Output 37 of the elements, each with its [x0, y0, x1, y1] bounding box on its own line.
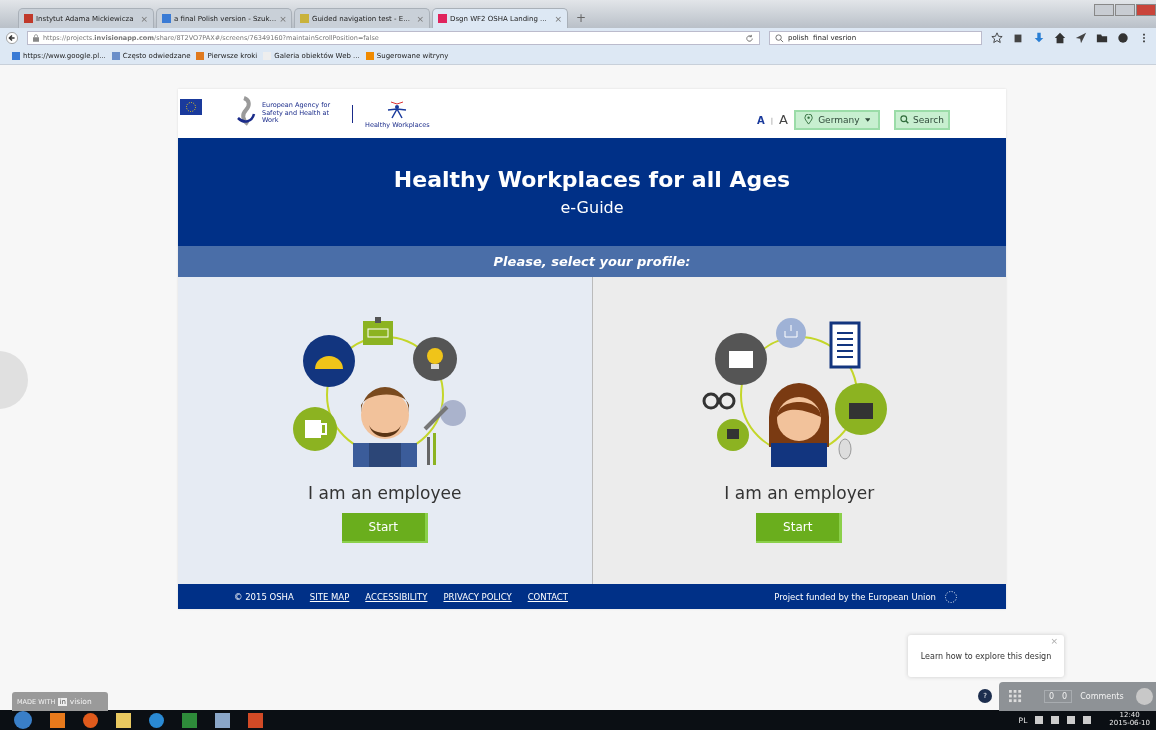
footer-link[interactable]: SITE MAP [309, 591, 350, 602]
site-icon [438, 14, 447, 23]
footer-link[interactable]: PRIVACY POLICY [443, 591, 512, 602]
search-button[interactable]: Search [894, 109, 950, 130]
profile-label: I am an employer [724, 483, 875, 503]
large-font-button[interactable]: A [779, 112, 788, 127]
comment-count: 0 [1048, 691, 1056, 702]
footer-link[interactable]: CONTACT [527, 591, 568, 602]
country-dropdown[interactable]: Germany [794, 109, 880, 130]
lock-icon [33, 34, 39, 42]
caret-icon [864, 117, 870, 122]
send-icon[interactable] [1075, 32, 1087, 44]
footer-link[interactable]: ACCESSIBILITY [365, 591, 428, 602]
comment-count: 0 [1061, 691, 1069, 702]
download-icon[interactable] [1033, 32, 1045, 44]
search-icon [900, 114, 910, 125]
location-pin-icon [804, 114, 814, 125]
close-tab-button[interactable]: × [554, 13, 562, 24]
back-icon[interactable] [6, 32, 18, 44]
site-icon [300, 14, 309, 23]
page-subtitle: e-Guide [560, 198, 624, 217]
new-tab-button[interactable]: + [576, 11, 587, 25]
copyright-text: © 2015 OSHA [234, 591, 294, 602]
search-icon [774, 33, 784, 43]
star-icon[interactable] [991, 32, 1003, 44]
tooltip-text: Learn how to explore this design [920, 651, 1052, 661]
star-circle-icon [944, 589, 958, 604]
reload-icon[interactable] [744, 33, 754, 43]
funding-text: Project funded by the European Union [774, 591, 936, 602]
page-title: Healthy Workplaces for all Ages [393, 167, 791, 192]
prompt-text: Please, select your profile: [493, 254, 691, 269]
home-icon[interactable] [1054, 32, 1066, 44]
site-icon [24, 14, 33, 23]
start-orb-icon[interactable] [14, 711, 32, 729]
site-icon [162, 14, 171, 23]
profile-label: I am an employee [308, 483, 462, 503]
small-font-button[interactable]: A [757, 115, 765, 126]
